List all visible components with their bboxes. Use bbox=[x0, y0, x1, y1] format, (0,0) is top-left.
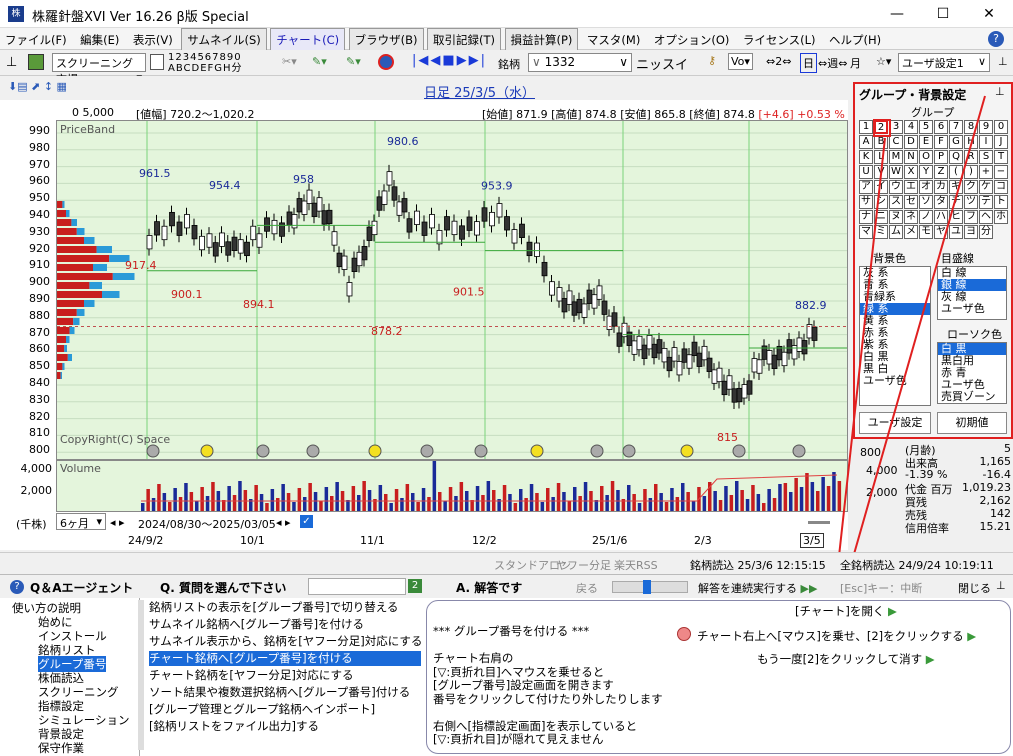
continuous-button[interactable]: 解答を連続実行する ▶▶ bbox=[698, 580, 817, 596]
question-list: 銘柄リストの表示を[グループ番号]で切り替える サムネイル銘柄へ[グループ番号]を… bbox=[145, 598, 423, 756]
status-yahoo: ヤフー分足 bbox=[556, 559, 611, 572]
help-tree: 使い方の説明 始めに インストール 銘柄リスト グループ番号 株価読込 スクリーニング 指標設… bbox=[0, 598, 140, 756]
qa-pin-icon[interactable]: ⊥ bbox=[996, 579, 1006, 592]
answer-step-text: [チャート]を開く bbox=[795, 604, 885, 618]
back-button[interactable]: 戻る bbox=[576, 580, 598, 596]
qa-header: ? Q＆Aエージェント Q. 質問を選んで下さい 2 A. 解答です 戻る 解答… bbox=[0, 574, 1013, 598]
esc-stop-button[interactable]: [Esc]キー：中断 bbox=[840, 580, 922, 596]
highlight-group2 bbox=[873, 119, 891, 137]
answer-text-line: 番号をクリックして付けたり外したりします bbox=[433, 691, 663, 706]
answer-panel: [チャート]を開く ▶ チャート右上へ[マウス]を乗せ、[2]をクリックする ▶ も… bbox=[426, 600, 1011, 754]
tree-item[interactable]: 保守作業 bbox=[38, 740, 84, 756]
status-bar: スタンドアロン ヤフー分足 楽天RSS 銘柄読込 25/3/6 12:15:15… bbox=[0, 552, 1013, 574]
question-item[interactable]: [グループ管理とグループ銘柄へインポート] bbox=[149, 702, 421, 717]
question-item[interactable]: ソート結果や複数選択銘柄へ[グループ番号]付ける bbox=[149, 685, 421, 700]
answer-text-line: [▽:頁折れ目]が隠れて見えません bbox=[433, 732, 604, 746]
question-go-icon[interactable]: 2 bbox=[408, 579, 422, 593]
question-prompt: Q. 質問を選んで下さい bbox=[160, 581, 287, 595]
question-item[interactable]: サムネイル表示から、銘柄を[ヤフー分足]対応にする bbox=[149, 634, 422, 649]
status-rakuten: 楽天RSS bbox=[614, 559, 658, 572]
progress-slider[interactable] bbox=[612, 580, 688, 594]
question-item[interactable]: [銘柄リストをファイル出力]する bbox=[149, 719, 421, 734]
question-item[interactable]: チャート銘柄を[ヤフー分足]対応にする bbox=[149, 668, 421, 683]
answer-step[interactable]: もう一度[2]をクリックして消す ▶ bbox=[757, 651, 935, 667]
qa-close-button[interactable]: 閉じる bbox=[958, 580, 991, 596]
qlist-scrollbar[interactable] bbox=[138, 600, 144, 750]
answer-step-text: もう一度[2]をクリックして消す bbox=[757, 652, 923, 666]
answer-title: A. 解答です bbox=[456, 581, 523, 595]
question-item[interactable]: 銘柄リストの表示を[グループ番号]で切り替える bbox=[149, 600, 421, 615]
answer-step-text: チャート右上へ[マウス]を乗せ、[2]をクリックする bbox=[697, 629, 964, 643]
answer-step[interactable]: チャート右上へ[マウス]を乗せ、[2]をクリックする ▶ bbox=[697, 628, 976, 644]
play-icon[interactable]: ▶ bbox=[922, 652, 935, 666]
question-item[interactable]: サムネイル銘柄へ[グループ番号]を付ける bbox=[149, 617, 421, 632]
agent-icon bbox=[677, 627, 691, 641]
status-all-read: 全銘柄読込 24/9/24 10:19:11 bbox=[840, 559, 994, 572]
status-read: 銘柄読込 25/3/6 12:15:15 bbox=[690, 559, 826, 572]
qa-help-icon: ? bbox=[10, 580, 24, 594]
play-icon[interactable]: ▶ bbox=[884, 604, 897, 618]
answer-text-line: *** グループ番号を付ける *** bbox=[433, 624, 590, 638]
question-search-input[interactable] bbox=[308, 578, 406, 595]
qa-title: Q＆Aエージェント bbox=[30, 581, 134, 595]
question-item[interactable]: チャート銘柄へ[グループ番号]を付ける bbox=[149, 651, 421, 666]
answer-step[interactable]: [チャート]を開く ▶ bbox=[795, 603, 897, 619]
play-icon[interactable]: ▶ bbox=[964, 629, 976, 643]
